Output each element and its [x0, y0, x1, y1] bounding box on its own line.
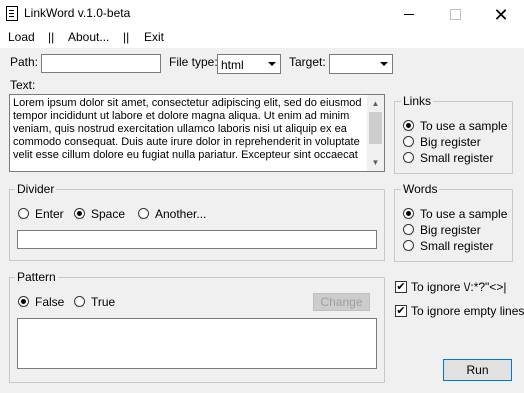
window-title: LinkWord v.1.0-beta — [24, 6, 131, 20]
words-big-radio[interactable] — [403, 224, 414, 235]
divider-space-radio[interactable] — [74, 208, 85, 219]
minimize-icon — [404, 14, 414, 15]
links-big-label[interactable]: Big register — [420, 135, 481, 149]
links-title: Links — [401, 94, 434, 108]
links-small-radio[interactable] — [403, 152, 414, 163]
text-content: Lorem ipsum dolor sit amet, consectetur … — [13, 97, 365, 162]
title-bar: LinkWord v.1.0-beta ✕ — [0, 0, 524, 29]
divider-group — [9, 189, 385, 261]
text-line: velit esse cillum dolore eu fugiat nulla… — [13, 149, 358, 161]
minimize-button[interactable] — [386, 0, 432, 29]
pattern-true-label[interactable]: True — [91, 295, 115, 309]
text-line: Lorem ipsum dolor sit amet, consectetur … — [13, 97, 362, 109]
scroll-thumb[interactable] — [369, 112, 382, 144]
path-label: Path: — [10, 55, 39, 69]
divider-input[interactable] — [17, 230, 377, 249]
checkmark-icon: ✔ — [396, 281, 406, 293]
path-input[interactable] — [41, 54, 161, 73]
words-small-radio[interactable] — [403, 240, 414, 251]
filetype-select[interactable]: html — [217, 54, 281, 74]
links-sample-label[interactable]: To use a sample — [420, 119, 507, 133]
words-title: Words — [401, 182, 440, 196]
ignore-chars-checkbox[interactable]: ✔ — [395, 281, 407, 293]
links-small-label[interactable]: Small register — [420, 151, 493, 165]
divider-enter-label[interactable]: Enter — [35, 207, 64, 221]
divider-another-radio[interactable] — [138, 208, 149, 219]
words-big-label[interactable]: Big register — [420, 223, 481, 237]
ignore-chars-label[interactable]: To ignore \/:*?"<>| — [411, 280, 506, 294]
menu-separator: || — [123, 30, 130, 44]
menu-load[interactable]: Load — [8, 30, 35, 44]
scroll-down-icon[interactable]: ▼ — [367, 154, 384, 171]
maximize-button — [432, 0, 478, 29]
menu-separator: || — [48, 30, 55, 44]
text-line: tempor incididunt ut labore et dolore ma… — [13, 110, 350, 122]
text-line: veniam, quis nostrud exercitation ullamc… — [13, 123, 347, 135]
links-big-radio[interactable] — [403, 136, 414, 147]
ignore-empty-checkbox[interactable]: ✔ — [395, 305, 407, 317]
divider-enter-radio[interactable] — [18, 208, 29, 219]
words-sample-label[interactable]: To use a sample — [420, 207, 507, 221]
menu-bar: Load || About... || Exit — [0, 29, 524, 48]
checkmark-icon: ✔ — [396, 305, 406, 317]
maximize-icon — [449, 9, 461, 20]
divider-space-label[interactable]: Space — [91, 207, 125, 221]
filetype-label: File type: — [169, 55, 218, 69]
text-area[interactable]: Lorem ipsum dolor sit amet, consectetur … — [9, 94, 385, 172]
menu-about[interactable]: About... — [68, 30, 109, 44]
ignore-empty-label[interactable]: To ignore empty lines — [411, 304, 524, 318]
run-button[interactable]: Run — [443, 359, 512, 381]
pattern-false-radio[interactable] — [18, 296, 29, 307]
divider-title: Divider — [15, 182, 57, 196]
target-select[interactable] — [329, 54, 393, 74]
words-sample-radio[interactable] — [403, 208, 414, 219]
pattern-title: Pattern — [15, 270, 58, 284]
links-sample-radio[interactable] — [403, 120, 414, 131]
change-button: Change — [313, 293, 370, 311]
text-label: Text: — [10, 78, 36, 92]
scroll-up-icon[interactable]: ▲ — [367, 95, 384, 112]
divider-another-label[interactable]: Another... — [155, 207, 206, 221]
target-label: Target: — [289, 55, 326, 69]
chevron-down-icon[interactable] — [263, 55, 280, 73]
pattern-false-label[interactable]: False — [35, 295, 64, 309]
close-button[interactable]: ✕ — [478, 0, 524, 29]
close-icon: ✕ — [493, 4, 509, 25]
chevron-down-icon[interactable] — [375, 55, 392, 73]
words-small-label[interactable]: Small register — [420, 239, 493, 253]
pattern-true-radio[interactable] — [74, 296, 85, 307]
app-icon — [6, 6, 18, 21]
filetype-value: html — [221, 58, 244, 72]
text-scrollbar[interactable]: ▲ ▼ — [367, 95, 384, 171]
pattern-input[interactable] — [17, 318, 377, 369]
text-line: commodo consequat. Duis aute irure dolor… — [13, 136, 360, 148]
menu-exit[interactable]: Exit — [144, 30, 164, 44]
